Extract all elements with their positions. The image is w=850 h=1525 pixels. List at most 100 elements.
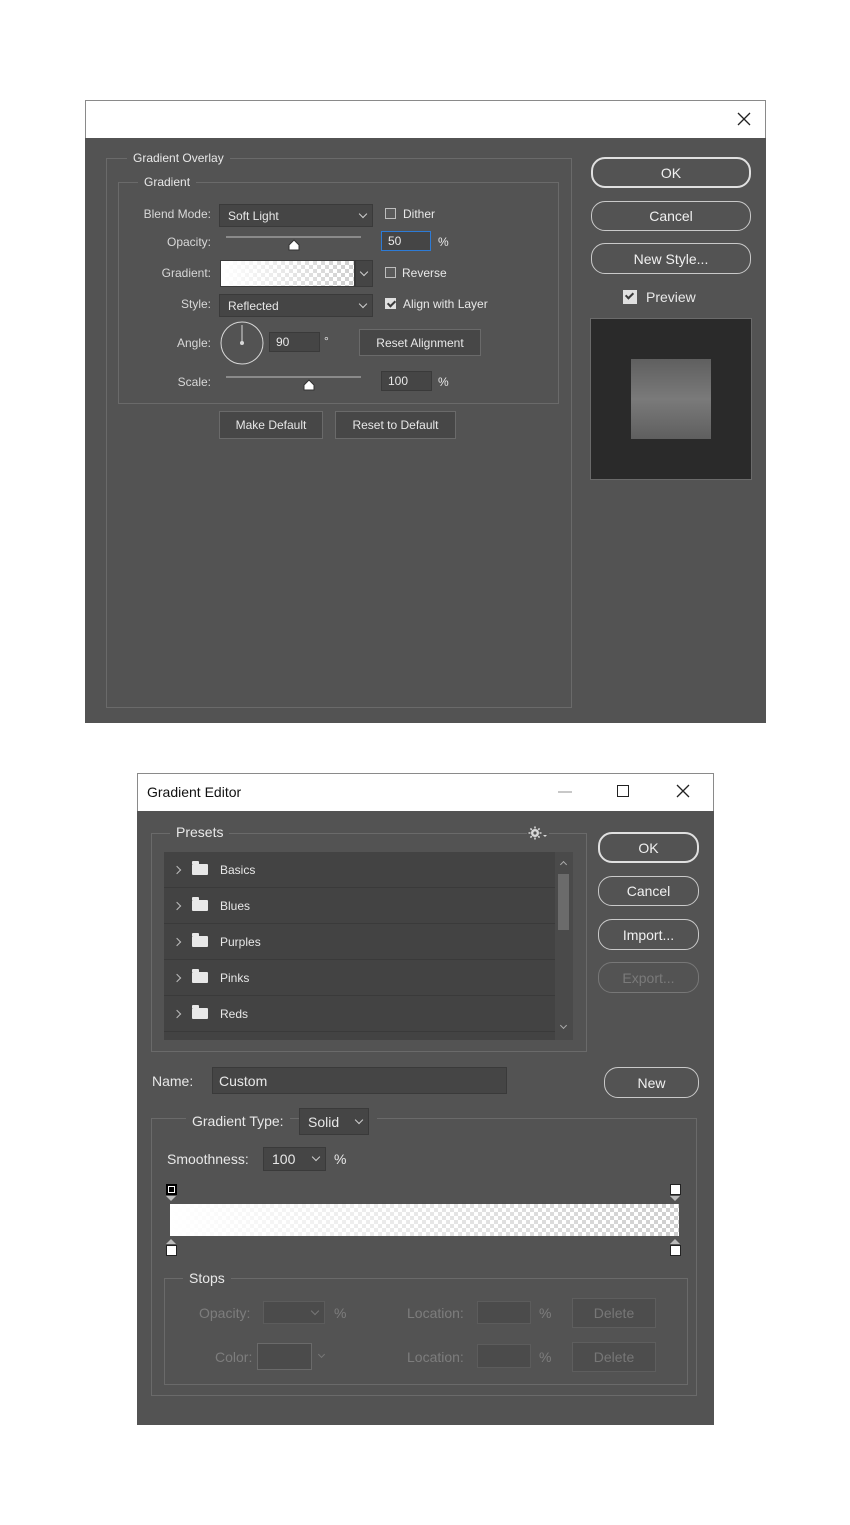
chevron-down-icon bbox=[358, 299, 368, 308]
gradient-swatch[interactable] bbox=[220, 260, 355, 287]
gradient-legend: Gradient bbox=[138, 175, 197, 189]
delete-color-stop-button[interactable]: Delete bbox=[572, 1342, 656, 1372]
chevron-right-icon[interactable] bbox=[172, 937, 182, 946]
gradient-label: Gradient: bbox=[161, 266, 211, 280]
scroll-down-icon[interactable] bbox=[559, 1021, 568, 1030]
editor-ok-button[interactable]: OK bbox=[598, 832, 699, 863]
delete-label: Delete bbox=[593, 1349, 635, 1365]
reverse-checkbox[interactable] bbox=[385, 267, 396, 278]
preset-folder-row[interactable]: Purples bbox=[164, 924, 555, 960]
delete-label: Delete bbox=[593, 1305, 635, 1321]
scroll-up-icon[interactable] bbox=[559, 860, 568, 869]
preset-folder-row[interactable]: Pinks bbox=[164, 960, 555, 996]
presets-scrollbar[interactable] bbox=[555, 852, 573, 1040]
angle-dial[interactable] bbox=[219, 320, 265, 366]
opacity-input[interactable]: 50 bbox=[381, 231, 431, 251]
scrollbar-thumb[interactable] bbox=[558, 874, 569, 930]
editor-cancel-button[interactable]: Cancel bbox=[598, 876, 699, 906]
scale-unit: % bbox=[438, 375, 449, 389]
blend-mode-label: Blend Mode: bbox=[143, 207, 211, 221]
folder-icon bbox=[192, 861, 208, 875]
name-input[interactable]: Custom bbox=[212, 1067, 507, 1094]
angle-value: 90 bbox=[276, 335, 290, 349]
close-icon[interactable] bbox=[675, 783, 691, 799]
scale-input[interactable]: 100 bbox=[381, 371, 432, 391]
name-label: Name: bbox=[152, 1073, 194, 1089]
ok-label: OK bbox=[660, 164, 682, 181]
opacity-stop-right[interactable] bbox=[670, 1184, 681, 1195]
gradient-type-value: Solid bbox=[308, 1113, 340, 1130]
gradient-overlay-legend: Gradient Overlay bbox=[127, 151, 230, 165]
stops-color-location-unit: % bbox=[539, 1349, 552, 1365]
preset-folder-row[interactable]: Blues bbox=[164, 888, 555, 924]
opacity-stop-left-marker bbox=[166, 1196, 176, 1201]
stops-color-swatch[interactable] bbox=[257, 1343, 312, 1370]
opacity-value: 50 bbox=[388, 234, 402, 248]
reverse-label: Reverse bbox=[402, 266, 447, 280]
folder-icon bbox=[192, 933, 208, 947]
new-style-label: New Style... bbox=[633, 250, 709, 267]
gradient-type-select[interactable]: Solid bbox=[299, 1108, 369, 1135]
delete-opacity-stop-button[interactable]: Delete bbox=[572, 1298, 656, 1328]
gear-icon[interactable] bbox=[527, 825, 549, 841]
maximize-icon[interactable] bbox=[617, 785, 629, 797]
ok-button[interactable]: OK bbox=[591, 157, 751, 188]
style-select[interactable]: Reflected bbox=[219, 294, 373, 317]
stops-opacity-location-input[interactable] bbox=[477, 1301, 531, 1324]
style-value: Reflected bbox=[228, 298, 279, 313]
gradient-type-legend-gap bbox=[369, 1117, 377, 1120]
gradient-preview-bar[interactable] bbox=[170, 1204, 679, 1236]
folder-icon bbox=[192, 969, 208, 983]
preset-folder-row[interactable]: Basics bbox=[164, 852, 555, 888]
chevron-right-icon[interactable] bbox=[172, 901, 182, 910]
gradient-dropdown-button[interactable] bbox=[355, 260, 373, 287]
opacity-stop-left[interactable] bbox=[166, 1184, 177, 1195]
angle-unit: ° bbox=[324, 334, 329, 348]
smoothness-select[interactable]: 100 bbox=[263, 1147, 326, 1171]
stops-opacity-location-unit: % bbox=[539, 1305, 552, 1321]
scale-slider-track[interactable] bbox=[226, 376, 361, 378]
presets-legend: Presets bbox=[170, 824, 230, 840]
cancel-label: Cancel bbox=[649, 208, 693, 224]
stops-legend: Stops bbox=[183, 1270, 231, 1286]
angle-input[interactable]: 90 bbox=[269, 332, 320, 352]
opacity-slider-thumb[interactable] bbox=[287, 238, 301, 251]
stops-opacity-input[interactable] bbox=[263, 1301, 325, 1324]
scale-value: 100 bbox=[388, 374, 409, 388]
layer-style-titlebar bbox=[85, 100, 766, 138]
opacity-stop-right-marker bbox=[670, 1196, 680, 1201]
preset-folder-row[interactable]: Reds bbox=[164, 996, 555, 1032]
stops-color-location-input[interactable] bbox=[477, 1344, 531, 1368]
export-label: Export... bbox=[622, 969, 675, 986]
reset-alignment-button[interactable]: Reset Alignment bbox=[359, 329, 481, 356]
dither-checkbox[interactable] bbox=[385, 208, 396, 219]
cancel-button[interactable]: Cancel bbox=[591, 201, 751, 231]
editor-cancel-label: Cancel bbox=[626, 883, 671, 899]
reset-to-default-button[interactable]: Reset to Default bbox=[335, 411, 456, 439]
scale-slider-thumb[interactable] bbox=[302, 378, 316, 391]
stops-opacity-location-label: Location: bbox=[407, 1305, 464, 1321]
make-default-button[interactable]: Make Default bbox=[219, 411, 323, 439]
minimize-icon[interactable] bbox=[558, 791, 572, 793]
chevron-right-icon[interactable] bbox=[172, 1009, 182, 1018]
gradient-swatch-fill bbox=[221, 261, 354, 286]
color-stop-left[interactable] bbox=[166, 1245, 177, 1256]
blend-mode-select[interactable]: Soft Light bbox=[219, 204, 373, 227]
preset-folder-label: Blues bbox=[220, 898, 251, 913]
align-with-layer-checkbox[interactable] bbox=[385, 298, 396, 309]
chevron-right-icon[interactable] bbox=[172, 865, 182, 874]
new-button[interactable]: New bbox=[604, 1067, 699, 1098]
close-icon[interactable] bbox=[735, 110, 753, 128]
chevron-right-icon[interactable] bbox=[172, 973, 182, 982]
export-button[interactable]: Export... bbox=[598, 962, 699, 993]
opacity-unit: % bbox=[438, 235, 449, 249]
smoothness-unit: % bbox=[334, 1151, 347, 1167]
preset-folder-label: Pinks bbox=[220, 970, 250, 985]
folder-icon bbox=[192, 1005, 208, 1019]
preset-folder-label: Basics bbox=[220, 862, 256, 877]
preset-folder-label: Reds bbox=[220, 1006, 249, 1021]
preview-checkbox[interactable] bbox=[623, 290, 637, 304]
color-stop-right[interactable] bbox=[670, 1245, 681, 1256]
new-style-button[interactable]: New Style... bbox=[591, 243, 751, 274]
import-button[interactable]: Import... bbox=[598, 919, 699, 950]
